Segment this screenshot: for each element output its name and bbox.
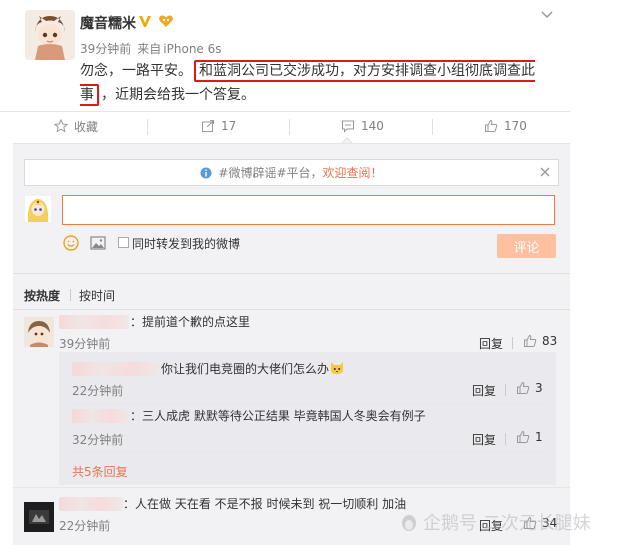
like-button[interactable]: 170	[484, 112, 527, 140]
post-text-before: 勿念，一路平安。	[80, 63, 192, 79]
comment-text: ：人在做 天在看 不是不报 时候未到 祝一切顺利 加油	[123, 497, 407, 511]
reply-time: 22分钟前	[72, 384, 124, 398]
notice-link[interactable]: 欢迎查阅！	[323, 164, 383, 181]
comment-time: 39分钟前	[59, 337, 111, 351]
post-time[interactable]: 39分钟前	[80, 42, 131, 56]
post-text-after: ，近期会给我一个答复。	[101, 87, 255, 103]
close-icon[interactable]	[540, 167, 550, 177]
divider	[72, 452, 544, 453]
image-icon[interactable]	[90, 235, 106, 251]
repost-count: 17	[221, 119, 237, 133]
comment-button[interactable]: 140	[341, 112, 384, 140]
submit-comment-button[interactable]: 评论	[497, 234, 556, 258]
divider	[13, 487, 570, 488]
divider	[13, 273, 570, 274]
thumbs-up-icon	[485, 119, 498, 132]
comment-like-button[interactable]: 83	[523, 334, 557, 348]
divider	[512, 337, 513, 349]
thumbs-up-icon	[517, 381, 530, 394]
watermark-text: 企鹅号 二次元长腿妹	[423, 513, 591, 534]
divider	[72, 403, 544, 404]
weibo-post: 魔音糯米 39分钟前 来自 iPhone 6s 勿念，一路平安。 和蓝洞公司已交涉成功…	[0, 0, 622, 545]
sort-by-hot[interactable]: 按热度	[24, 287, 60, 304]
action-bar: 收藏 17 140 170	[0, 111, 570, 139]
thumbs-up-icon	[524, 334, 537, 347]
reply-button[interactable]: 回复	[479, 335, 503, 352]
author-name[interactable]: 魔音糯米	[80, 13, 136, 33]
rumor-notice: #微博辟谣#平台， 欢迎查阅！	[24, 159, 559, 186]
comment-time: 22分钟前	[59, 519, 111, 533]
repost-button[interactable]: 17	[201, 112, 236, 140]
comment-text: ：提前道个歉的点这里	[130, 315, 251, 329]
watermark: 企鹅号 二次元长腿妹	[399, 509, 591, 535]
divider	[432, 119, 433, 135]
commenter-name[interactable]	[59, 315, 129, 329]
reply-text-content: 你让我们电竞圈的大佬们怎么办	[161, 362, 330, 376]
reply-text: 你让我们电竞圈的大佬们怎么办	[161, 360, 329, 377]
comment-like-count: 83	[542, 334, 558, 348]
divider	[289, 119, 290, 135]
comment-input[interactable]	[62, 195, 555, 225]
penguin-icon	[402, 515, 416, 531]
cat-emoji-icon	[331, 362, 343, 374]
author-avatar[interactable]	[25, 10, 75, 60]
reply-time: 32分钟前	[72, 433, 124, 447]
divider	[147, 119, 148, 135]
star-icon	[54, 119, 68, 133]
repost-icon	[202, 120, 214, 132]
favorite-label: 收藏	[74, 119, 99, 134]
reply-like-button[interactable]: 1	[516, 430, 543, 444]
divider	[505, 384, 506, 396]
source-prefix: 来自	[137, 42, 162, 56]
notice-text: #微博辟谣#平台，	[218, 166, 323, 180]
reply-button[interactable]: 回复	[472, 431, 496, 448]
sort-by-time[interactable]: 按时间	[79, 287, 115, 304]
comment-icon	[342, 120, 354, 133]
reply-author-name[interactable]	[72, 409, 130, 423]
favorite-button[interactable]: 收藏	[54, 112, 98, 140]
divider	[505, 433, 506, 445]
comment-panel: #微博辟谣#平台， 欢迎查阅！ 同时转发到我的微博 评论 按热度 按时间 ：提前…	[13, 143, 570, 545]
post-source[interactable]: iPhone 6s	[163, 42, 221, 56]
divider	[13, 309, 570, 310]
repost-option-label[interactable]: 同时转发到我的微博	[132, 235, 240, 252]
reply-like-count: 1	[535, 430, 543, 444]
my-avatar	[25, 196, 51, 222]
reply-like-button[interactable]: 3	[516, 381, 543, 395]
repost-checkbox[interactable]	[118, 237, 129, 248]
reply-like-count: 3	[535, 381, 543, 395]
reply-author-name[interactable]	[72, 362, 160, 376]
thumbs-up-icon	[517, 430, 530, 443]
post-meta: 39分钟前 来自 iPhone 6s	[80, 40, 222, 57]
verified-v-icon	[139, 16, 151, 27]
more-replies-link[interactable]: 共5条回复	[72, 463, 128, 480]
commenter-avatar[interactable]	[24, 317, 54, 347]
reply-text: ：三人成虎 默默等待公正结果 毕竟韩国人冬奥会有例子	[130, 409, 426, 423]
commenter-avatar[interactable]	[24, 502, 54, 532]
commenter-name[interactable]	[59, 497, 123, 511]
like-count: 170	[504, 119, 527, 133]
chevron-down-icon[interactable]	[540, 10, 554, 20]
comment-count: 140	[361, 119, 384, 133]
post-text: 勿念，一路平安。 和蓝洞公司已交涉成功，对方安排调查小组彻底调查此事 ，近期会给我一…	[80, 59, 558, 107]
info-icon	[200, 167, 212, 178]
divider	[70, 289, 71, 301]
fan-badge-icon[interactable]	[158, 14, 174, 28]
reply-button[interactable]: 回复	[472, 382, 496, 399]
emoji-icon[interactable]	[63, 235, 79, 251]
